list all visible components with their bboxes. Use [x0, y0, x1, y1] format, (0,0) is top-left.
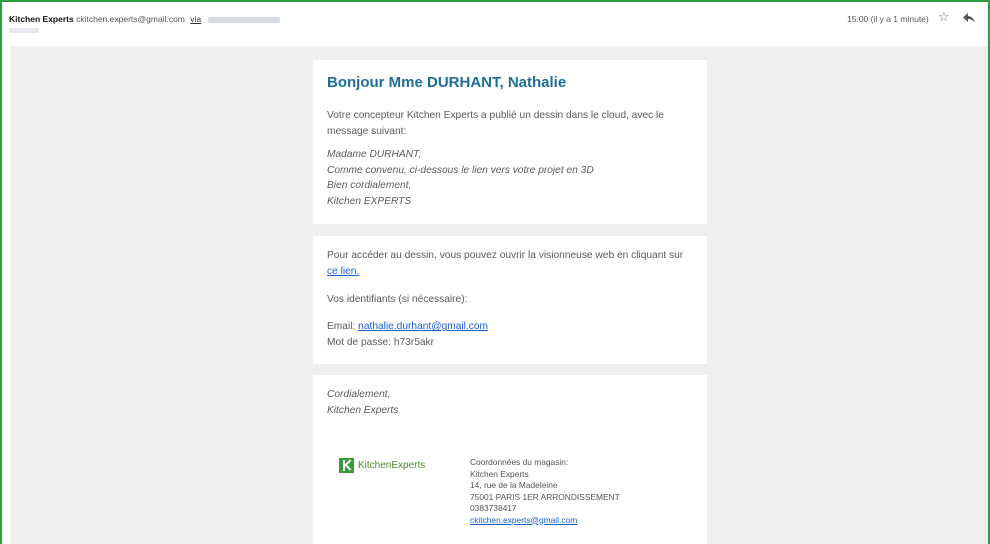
intro-line: message suivant:	[327, 125, 407, 137]
closing-line: Cordialement,	[327, 389, 391, 400]
access-paragraph: Pour accéder au dessin, vous pouvez ouvr…	[327, 248, 697, 279]
received-time: 15:00 (il y a 1 minute)	[847, 14, 929, 24]
reply-arrow-icon[interactable]	[962, 12, 976, 24]
star-icon[interactable]: ☆	[938, 10, 950, 24]
store-title: Coordonnées du magasin:	[470, 457, 569, 467]
store-address: 14, rue de la Madeleine	[470, 480, 558, 490]
signature-card: Cordialement, Kitchen Experts KitchenExp…	[313, 375, 707, 544]
greeting-heading: Bonjour Mme DURHANT, Nathalie	[327, 74, 567, 91]
access-text: Pour accéder au dessin, vous pouvez ouvr…	[327, 250, 684, 261]
access-card: Pour accéder au dessin, vous pouvez ouvr…	[313, 236, 707, 364]
logo-mark-icon	[339, 457, 354, 473]
closing: Cordialement, Kitchen Experts	[327, 387, 697, 418]
redacted-recipient	[9, 28, 39, 33]
sender-email: ckitchen.experts@gmail.com	[76, 14, 185, 24]
message-card: Bonjour Mme DURHANT, Nathalie Votre conc…	[313, 60, 707, 224]
store-phone: 0383738417	[470, 503, 517, 513]
intro-line: Votre concepteur Kitchen Experts a publi…	[327, 110, 664, 121]
intro-paragraph: Votre concepteur Kitchen Experts a publi…	[327, 108, 697, 139]
email-label: Email:	[327, 321, 356, 332]
via-link[interactable]: via	[190, 14, 201, 24]
closing-line: Kitchen Experts	[327, 404, 399, 416]
logo-text: KitchenExperts	[358, 459, 426, 471]
credentials-block: Email: nathalie.durhant@gmail.com Mot de…	[327, 319, 697, 350]
quote-line: Comme convenu, ci-dessous le lien vers v…	[327, 164, 594, 176]
quote-line: Madame DURHANT,	[327, 149, 422, 160]
quote-line: Bien cordialement,	[327, 180, 412, 191]
credentials-label: Vos identifiants (si nécessaire):	[327, 294, 468, 305]
quote-line: Kitchen EXPERTS	[327, 195, 412, 207]
email-body: Bonjour Mme DURHANT, Nathalie Votre conc…	[10, 46, 988, 544]
email-window: Kitchen Experts ckitchen.experts@gmail.c…	[0, 0, 990, 544]
password-line: Mot de passe: h73r5akr	[327, 336, 435, 348]
viewer-link[interactable]: ce lien.	[327, 266, 359, 277]
store-city: 75001 PARIS 1ER ARRONDISSEMENT	[470, 491, 620, 502]
designer-quote: Madame DURHANT, Comme convenu, ci-dessou…	[327, 147, 697, 209]
redacted-address	[207, 16, 280, 23]
store-email-link[interactable]: ckitchen.experts@gmail.com	[470, 515, 577, 525]
email-link[interactable]: nathalie.durhant@gmail.com	[358, 321, 488, 332]
store-details: Coordonnées du magasin: Kitchen Experts …	[470, 457, 620, 526]
sender-name[interactable]: Kitchen Experts	[9, 14, 74, 24]
store-name: Kitchen Experts	[470, 468, 529, 479]
sender-line: Kitchen Experts ckitchen.experts@gmail.c…	[9, 14, 280, 24]
kitchen-experts-logo: KitchenExperts	[339, 456, 425, 474]
email-header: Kitchen Experts ckitchen.experts@gmail.c…	[2, 2, 988, 46]
